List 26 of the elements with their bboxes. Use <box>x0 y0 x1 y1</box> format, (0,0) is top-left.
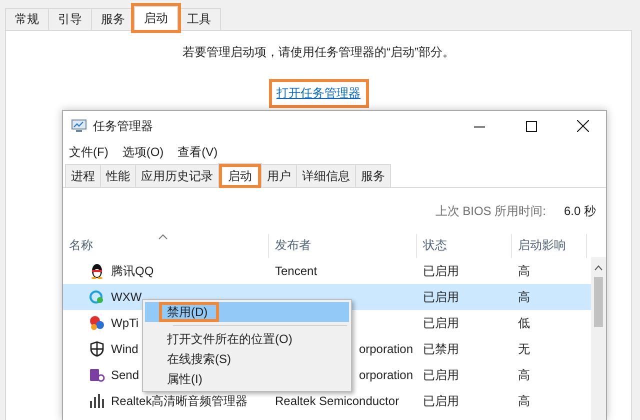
table-cell: 已禁用 <box>423 340 459 358</box>
table-cell: 高 <box>518 392 530 410</box>
table-cell: 已启用 <box>423 288 459 306</box>
table-cell: 高 <box>518 288 530 306</box>
table-cell: Wind <box>111 342 138 356</box>
table-cell: 无 <box>518 340 530 358</box>
table-cell: Tencent <box>275 264 318 278</box>
bios-time-label: 上次 BIOS 所用时间: <box>435 202 546 220</box>
table-cell: WXW <box>111 290 142 304</box>
table-cell: 高 <box>518 262 530 280</box>
instruction-text: 若要管理启动项，请使用任务管理器的“启动”部分。 <box>182 44 454 61</box>
table-cell: 低 <box>518 314 530 332</box>
table-cell: 高 <box>518 366 530 384</box>
table-cell: 已启用 <box>423 366 459 384</box>
table-cell: orporation <box>358 342 413 356</box>
table-cell: WpTi <box>111 316 139 330</box>
table-cell: Realtek高清晰音频管理器 <box>111 392 248 410</box>
table-cell: Send <box>111 368 140 382</box>
table-cell: 已启用 <box>423 314 459 332</box>
window-title: 任务管理器 <box>93 118 154 134</box>
table-cell: 已启用 <box>423 262 459 280</box>
bios-time-value: 6.0 秒 <box>564 202 596 220</box>
table-cell: orporation <box>358 368 413 382</box>
table-cell: 腾讯QQ <box>111 262 154 280</box>
table-cell: Realtek Semiconductor <box>275 394 400 408</box>
table-cell: 已启用 <box>423 392 459 410</box>
